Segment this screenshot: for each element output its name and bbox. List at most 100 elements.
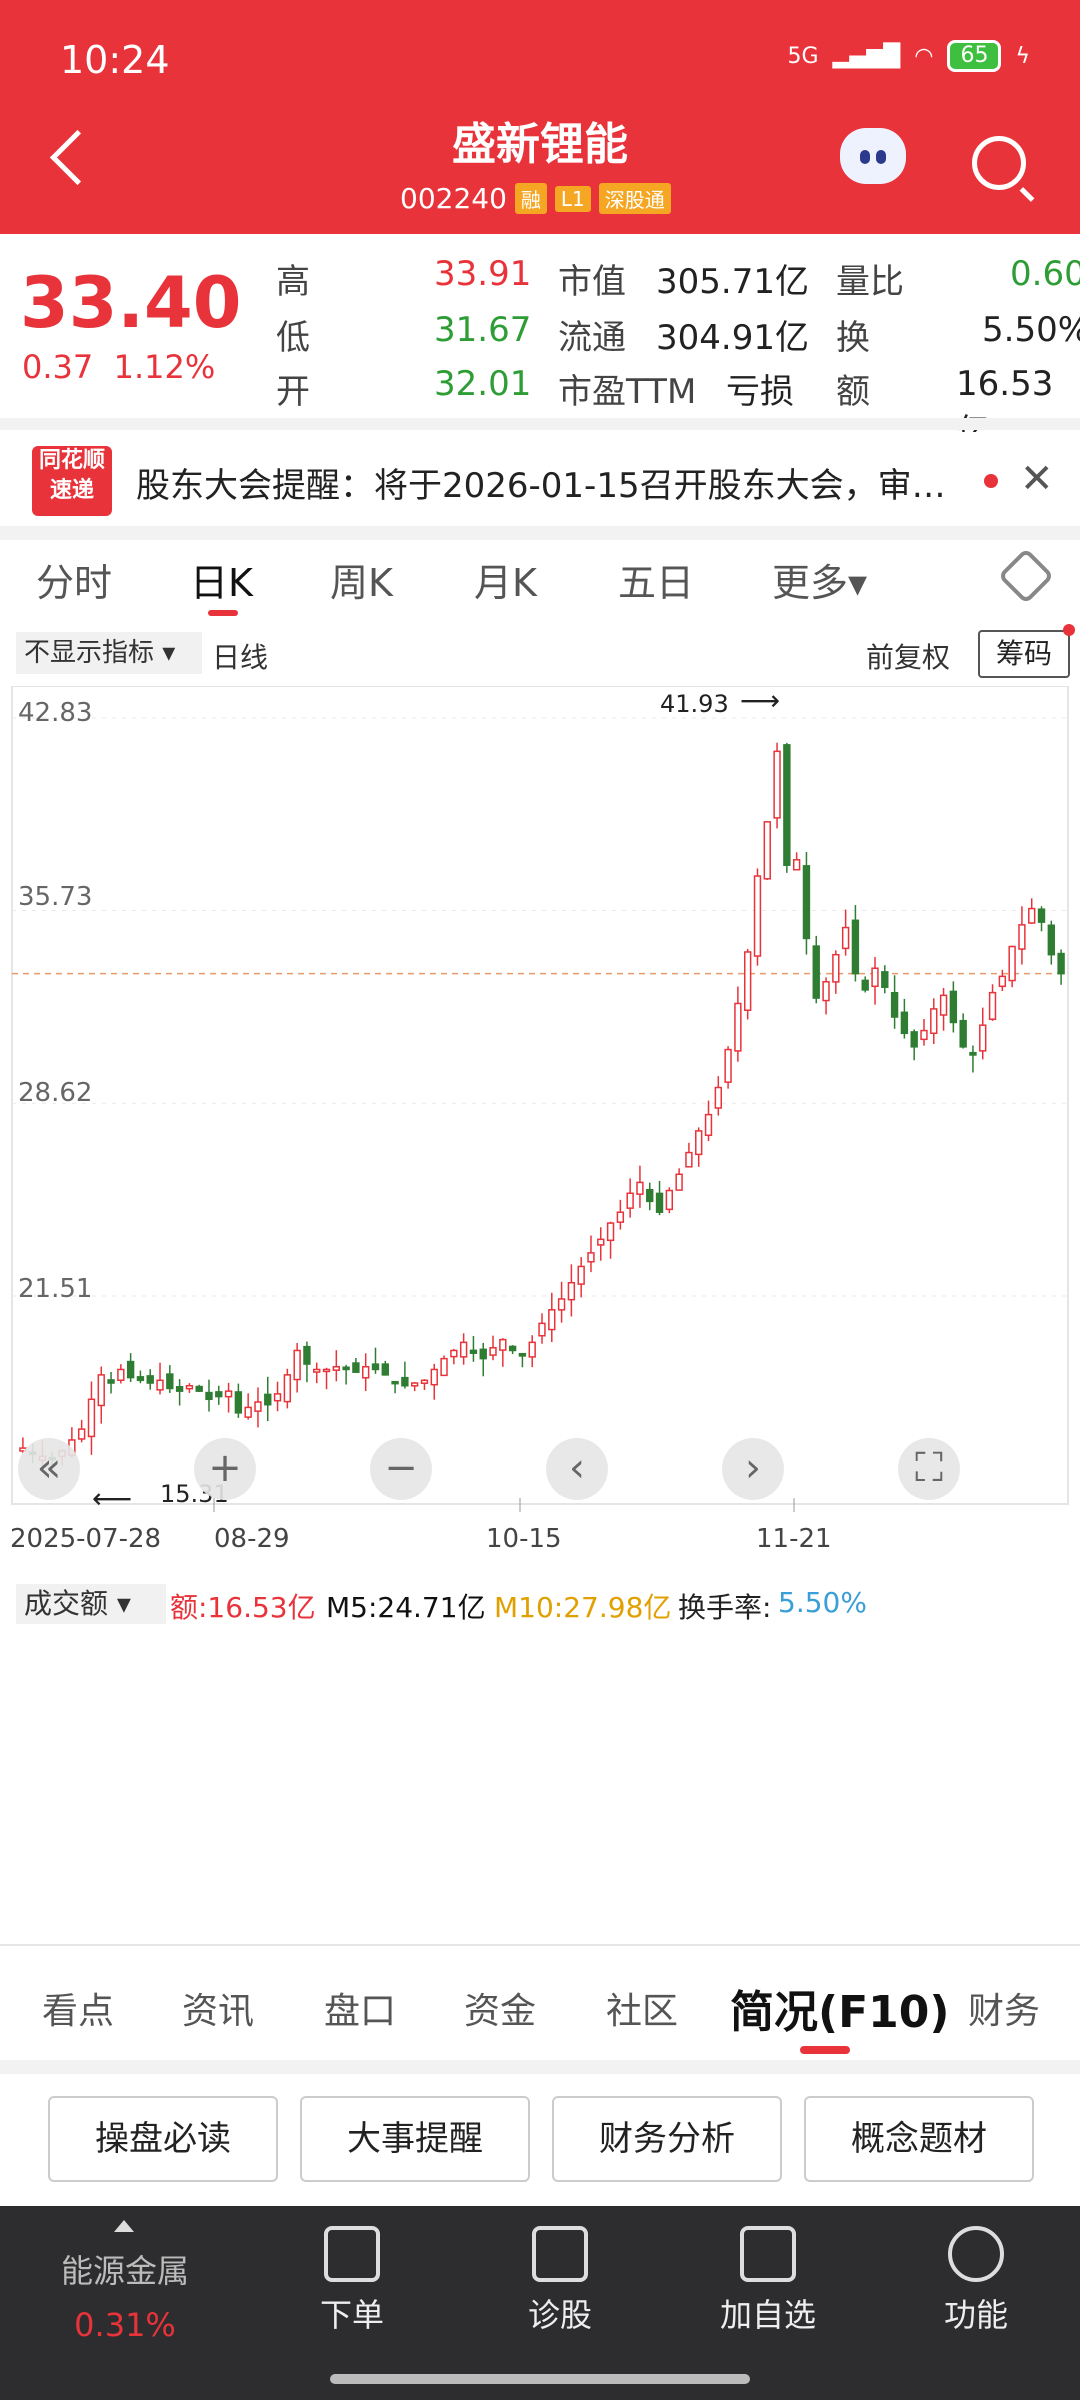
candle (606, 1222, 615, 1242)
candle (881, 971, 889, 988)
candle (763, 821, 771, 880)
vol-ratio-label: 量比 (836, 262, 904, 302)
tab-finance[interactable]: 财务 (968, 1982, 1040, 2034)
candle (861, 979, 869, 991)
candle (792, 859, 801, 871)
candle (215, 1391, 223, 1398)
x-tick-label: 11-21 (756, 1524, 832, 1554)
status-icons: 5G ▂▄▆█ ◠ 65 ϟ (788, 40, 1030, 72)
candle (117, 1368, 125, 1381)
x-tick-label: 2025-07-28 (10, 1524, 162, 1554)
robot-assistant-icon[interactable] (840, 128, 906, 184)
candle (156, 1379, 164, 1391)
candle (812, 945, 820, 999)
candle (939, 994, 948, 1016)
x-tick-label: 08-29 (214, 1524, 290, 1554)
y-tick-label: 21.51 (18, 1274, 93, 1304)
candle (979, 1024, 987, 1052)
chevron-right-icon[interactable]: › (722, 1438, 784, 1500)
candle (166, 1373, 174, 1390)
candle (1008, 945, 1016, 982)
tab-f10-profile[interactable]: 简况(F10) (730, 1976, 950, 2040)
add-watchlist-button[interactable]: 加自选 (698, 2226, 838, 2336)
amount-label: 额 (836, 372, 870, 412)
adjust-button[interactable]: 前复权 (866, 636, 950, 676)
candle (410, 1382, 419, 1387)
notice-text: 股东大会提醒：将于2026-01-15召开股东大会，审… (136, 466, 946, 506)
candle (567, 1281, 576, 1301)
settings-icon[interactable] (997, 547, 1055, 605)
tab-order-book[interactable]: 盘口 (324, 1982, 396, 2034)
candle (185, 1384, 194, 1390)
signal-icon: ▂▄▆█ (832, 43, 901, 69)
candle (313, 1368, 321, 1373)
candle (205, 1391, 213, 1401)
fullscreen-icon[interactable]: ⛶ (898, 1438, 960, 1500)
candle (107, 1379, 115, 1384)
volume-indicator-select[interactable]: 成交额 ▾ (16, 1584, 166, 1624)
chips-button[interactable]: 筹码 (978, 630, 1070, 678)
candle (469, 1349, 478, 1354)
candle (636, 1181, 644, 1195)
candle (97, 1374, 105, 1407)
tab-daily-k[interactable]: 日K (190, 552, 253, 607)
charging-icon: ϟ (1015, 43, 1030, 69)
functions-button[interactable]: 功能 (906, 2226, 1046, 2336)
candle (704, 1113, 713, 1136)
search-icon[interactable] (972, 136, 1026, 190)
candle (626, 1192, 634, 1209)
tab-news[interactable]: 资讯 (182, 1982, 254, 2034)
tab-five-day[interactable]: 五日 (618, 552, 694, 607)
candle (1047, 924, 1055, 956)
expand-icon[interactable] (114, 2220, 134, 2232)
tab-monthly-k[interactable]: 月K (474, 552, 537, 607)
tab-weekly-k[interactable]: 周K (330, 552, 393, 607)
vol-ratio-value: 0.60 (1010, 254, 1080, 294)
turnover-rate-value: 5.50% (778, 1586, 867, 1619)
tab-highlights[interactable]: 看点 (42, 1982, 114, 2034)
open-label: 开 (276, 372, 310, 412)
candle (616, 1211, 625, 1223)
notice-banner[interactable]: 同花顺 速递 股东大会提醒：将于2026-01-15召开股东大会，审… (0, 432, 1080, 532)
chevron-left-icon[interactable]: ‹ (546, 1438, 608, 1500)
financial-analysis-button[interactable]: 财务分析 (552, 2096, 782, 2182)
zoom-in-icon[interactable]: + (194, 1438, 256, 1500)
tab-community[interactable]: 社区 (606, 1982, 678, 2034)
tab-funds[interactable]: 资金 (464, 1982, 536, 2034)
price-change: 0.37 1.12% (22, 348, 215, 386)
chips-notification-dot (1063, 624, 1075, 636)
indicator-select[interactable]: 不显示指标 ▾ (16, 632, 202, 674)
kline-chart[interactable] (0, 686, 1080, 1526)
candle (362, 1366, 370, 1379)
candle (988, 991, 997, 1020)
low-label: 低 (276, 318, 310, 358)
tab-more[interactable]: 更多▾ (772, 552, 867, 607)
trading-guide-button[interactable]: 操盘必读 (48, 2096, 278, 2182)
candle (900, 1011, 909, 1035)
diagnose-icon (532, 2226, 588, 2282)
candle (518, 1352, 527, 1357)
bottom-action-bar: 能源金属 0.31% 下单 诊股 加自选 功能 (0, 2206, 1080, 2400)
home-indicator (330, 2374, 750, 2384)
concepts-button[interactable]: 概念题材 (804, 2096, 1034, 2182)
candle (401, 1376, 409, 1387)
close-icon[interactable]: ✕ (1020, 456, 1054, 502)
turnover-value: 5.50% (982, 310, 1080, 350)
order-button[interactable]: 下单 (282, 2226, 422, 2336)
low-value: 31.67 (434, 310, 532, 350)
candle (430, 1368, 438, 1386)
sector-name[interactable]: 能源金属 (30, 2246, 220, 2292)
events-button[interactable]: 大事提醒 (300, 2096, 530, 2182)
diagnose-button[interactable]: 诊股 (490, 2226, 630, 2336)
tab-intraday[interactable]: 分时 (36, 552, 112, 607)
change-value: 0.37 (22, 348, 94, 386)
stock-code: 002240 (400, 182, 507, 215)
candle (136, 1376, 145, 1382)
candle (998, 975, 1007, 988)
zoom-out-icon[interactable]: − (370, 1438, 432, 1500)
candle (930, 1008, 938, 1035)
y-tick-label: 42.83 (18, 698, 93, 728)
fast-rewind-icon[interactable]: « (18, 1438, 80, 1500)
sector-change: 0.31% (74, 2306, 176, 2344)
candle (77, 1428, 86, 1440)
